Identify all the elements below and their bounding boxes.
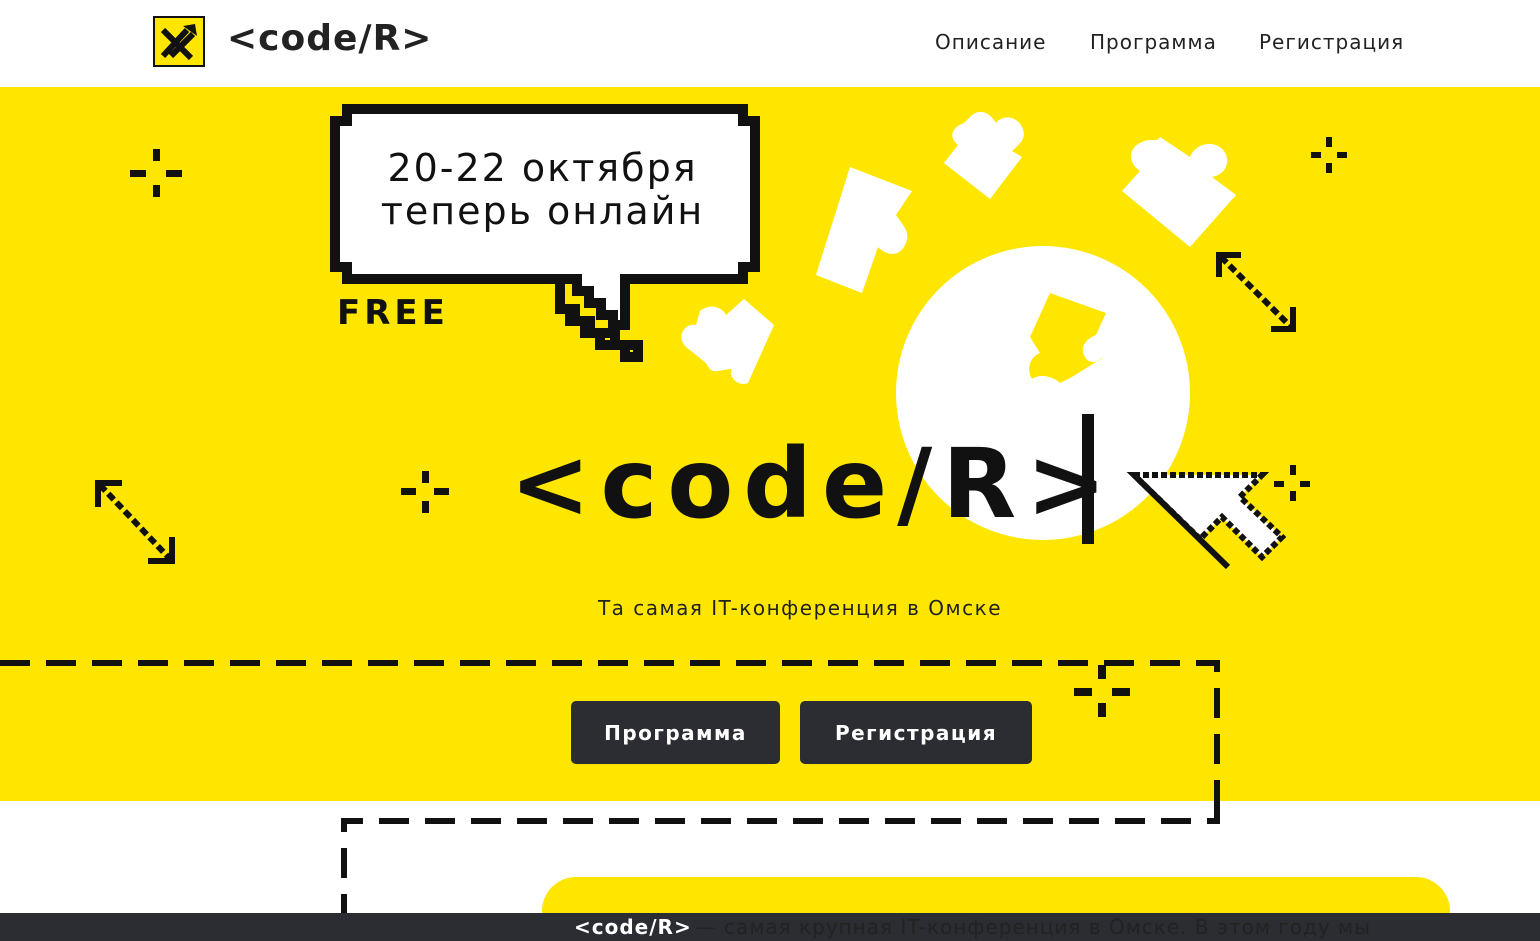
- nav-link-description[interactable]: Описание: [935, 30, 1046, 54]
- info-description: — самая крупная IT-конференция в Омске. …: [695, 915, 1371, 939]
- pointer-cursor-icon: [1126, 472, 1287, 570]
- event-date-line: 20-22 октября: [387, 146, 698, 190]
- info-text: <code/R> — самая крупная IT-конференция …: [572, 913, 1371, 941]
- resize-arrow-icon: [95, 480, 175, 564]
- sparkle-icon: [1074, 665, 1130, 717]
- event-format-line: теперь онлайн: [380, 189, 705, 233]
- hero-title: <code/R>: [510, 428, 1117, 540]
- hero-tagline: Та самая IT-конференция в Омске: [597, 596, 1003, 620]
- sparkle-icon: [130, 149, 182, 197]
- event-date-bubble: 20-22 октября теперь онлайн: [340, 147, 745, 233]
- puzzle-piece-icon: [1122, 137, 1236, 247]
- sparkle-icon: [1311, 137, 1347, 173]
- sparkle-icon: [401, 471, 449, 513]
- raiffeisen-logo-icon[interactable]: [153, 16, 205, 67]
- registration-button[interactable]: Регистрация: [800, 701, 1032, 764]
- resize-arrow-icon: [1216, 252, 1296, 332]
- sparkle-icon: [1274, 465, 1310, 501]
- info-highlight: <code/R>: [572, 915, 694, 939]
- puzzle-piece-icon: [681, 299, 774, 384]
- free-label: FREE: [337, 293, 449, 333]
- puzzle-piece-icon: [816, 167, 912, 293]
- puzzle-piece-icon: [944, 111, 1024, 199]
- header-logo-text[interactable]: <code/R>: [227, 18, 432, 59]
- program-button[interactable]: Программа: [571, 701, 780, 764]
- nav-link-registration[interactable]: Регистрация: [1259, 30, 1404, 54]
- hero-section: 20-22 октября теперь онлайн FREE <code/R…: [0, 87, 1540, 801]
- nav-link-program[interactable]: Программа: [1090, 30, 1217, 54]
- site-header: <code/R> Описание Программа Регистрация: [0, 0, 1540, 87]
